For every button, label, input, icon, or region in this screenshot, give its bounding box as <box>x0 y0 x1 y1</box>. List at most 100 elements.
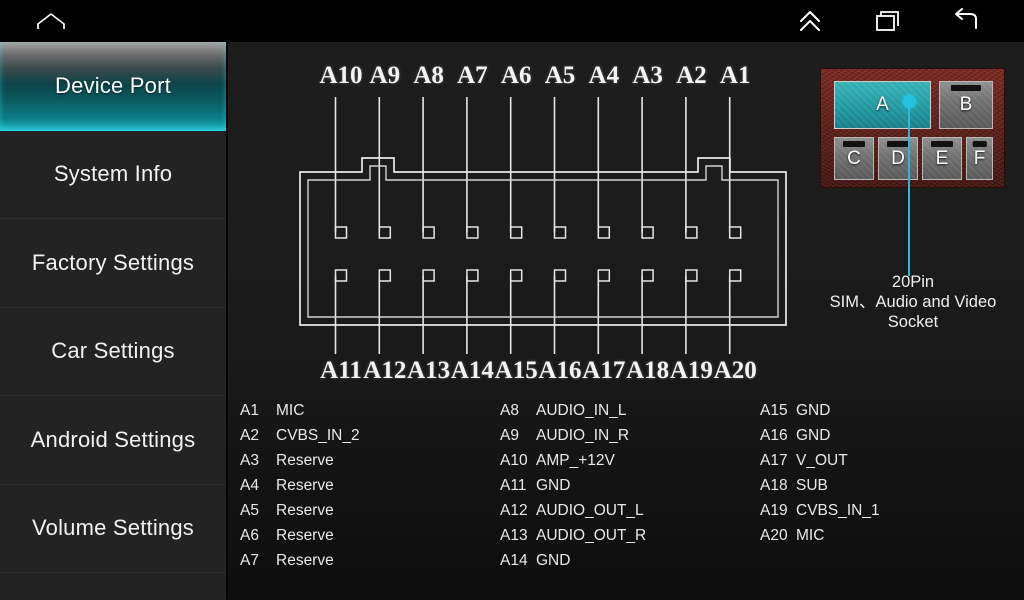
pin-assignment-row: A1 MIC <box>240 402 360 427</box>
socket-slot-e[interactable]: E <box>922 137 962 180</box>
pin-id: A13 <box>500 527 528 544</box>
pin-description: AUDIO_IN_L <box>536 402 627 419</box>
pin-id: A4 <box>240 477 259 494</box>
connector-pin-label: A20 <box>713 357 757 384</box>
pin-id: A11 <box>500 477 527 494</box>
socket-slot-label: A <box>876 94 889 115</box>
slot-notch-icon <box>842 141 866 147</box>
pin-assignment-row: A16 GND <box>760 427 880 452</box>
slot-notch-icon <box>886 141 910 147</box>
pin-assignment-row: A18 SUB <box>760 477 880 502</box>
pin-id: A15 <box>760 402 788 419</box>
socket-slot-label: E <box>935 147 949 169</box>
socket-slot-label: D <box>891 147 905 169</box>
pin-column-1: A1 MIC A2 CVBS_IN_2 A3 Reserve A4 Reserve A5 Rese… <box>240 402 360 577</box>
sidebar-item-android-settings[interactable]: Android Settings <box>0 396 226 485</box>
pin-description: MIC <box>796 527 825 544</box>
slot-notch-icon <box>930 141 954 147</box>
sidebar-item-system-info[interactable]: System Info <box>0 130 226 219</box>
pin-description: Reserve <box>276 502 334 519</box>
pin-description: Reserve <box>276 552 334 569</box>
pin-description: GND <box>796 402 831 419</box>
socket-slot-label: B <box>959 94 973 115</box>
pin-description: Reserve <box>276 527 334 544</box>
pin-assignment-row: A7 Reserve <box>240 552 360 577</box>
socket-caption-line-3: Socket <box>887 313 939 331</box>
pin-id: A20 <box>760 527 788 544</box>
sidebar-item-factory-settings[interactable]: Factory Settings <box>0 219 226 308</box>
pin-description: AUDIO_OUT_L <box>536 502 644 519</box>
sidebar-item-label: Android Settings <box>30 426 196 452</box>
home-icon[interactable] <box>28 0 74 42</box>
socket-slot-label: C <box>847 147 861 169</box>
pin-column-3: A15 GND A16 GND A17 V_OUT A18 SUB A19 CVBS_IN_1 A2… <box>760 402 880 552</box>
pin-id: A14 <box>500 552 528 569</box>
slot-notch-icon <box>972 141 987 147</box>
sidebar-item-device-port[interactable]: Device Port <box>0 42 226 131</box>
pin-id: A1 <box>240 402 259 419</box>
device-port-content: A10 A9 A8 A7 A6 A5 A4 A3 A2 A1 A11 A12 A13 A14 A15 A16… <box>228 42 1024 600</box>
socket-slot-b[interactable]: B <box>939 81 993 129</box>
connector-shell-outer <box>299 157 787 326</box>
pin-assignment-row: A15 GND <box>760 402 880 427</box>
pin-description: AUDIO_OUT_R <box>536 527 647 544</box>
sidebar-item-volume-settings[interactable]: Volume Settings <box>0 484 226 573</box>
pin-id: A7 <box>240 552 259 569</box>
sidebar-item-label: Device Port <box>55 72 171 98</box>
pin-description: SUB <box>796 477 828 494</box>
sidebar-item-label: Factory Settings <box>31 249 195 275</box>
pin-description: AMP_+12V <box>536 452 615 469</box>
socket-slot-d[interactable]: D <box>878 137 918 180</box>
sidebar-item-car-settings[interactable]: Car Settings <box>0 307 226 396</box>
back-icon[interactable] <box>943 0 989 42</box>
pin-assignment-list: A1 MIC A2 CVBS_IN_2 A3 Reserve A4 Reserve A5 Rese… <box>228 402 1024 600</box>
sidebar-item-next-partial[interactable] <box>0 573 226 600</box>
pin-id: A9 <box>500 427 519 444</box>
pin-description: CVBS_IN_2 <box>276 427 360 444</box>
recent-apps-icon[interactable] <box>865 0 911 42</box>
pin-description: Reserve <box>276 477 334 494</box>
pin-id: A2 <box>240 427 259 444</box>
sidebar-item-label: Car Settings <box>51 338 175 364</box>
pin-id: A5 <box>240 502 259 519</box>
socket-slot-a[interactable]: A <box>834 81 931 129</box>
pin-assignment-row: A19 CVBS_IN_1 <box>760 502 880 527</box>
pin-description: GND <box>536 477 571 494</box>
socket-pointer-line <box>908 104 910 276</box>
pin-id: A12 <box>500 502 528 519</box>
pin-assignment-row: A13 AUDIO_OUT_R <box>500 527 646 552</box>
pin-assignment-row: A12 AUDIO_OUT_L <box>500 502 646 527</box>
pin-id: A16 <box>760 427 788 444</box>
pin-assignment-row: A2 CVBS_IN_2 <box>240 427 360 452</box>
socket-panel: A B C D E F <box>820 68 1005 188</box>
pin-description: GND <box>796 427 831 444</box>
pin-id: A10 <box>500 452 528 469</box>
socket-slot-f[interactable]: F <box>966 137 993 180</box>
pin-id: A3 <box>240 452 259 469</box>
chevron-up-double-icon[interactable] <box>787 0 833 42</box>
socket-slot-c[interactable]: C <box>834 137 874 180</box>
pin-assignment-row: A6 Reserve <box>240 527 360 552</box>
pin-id: A8 <box>500 402 519 419</box>
pin-assignment-row: A8 AUDIO_IN_L <box>500 402 646 427</box>
settings-sidebar: Device Port System Info Factory Settings… <box>0 42 227 600</box>
socket-caption: 20Pin SIM、Audio and Video Socket <box>784 272 1024 332</box>
sidebar-item-label: System Info <box>53 161 173 187</box>
pin-assignment-row: A4 Reserve <box>240 477 360 502</box>
pin-assignment-row: A3 Reserve <box>240 452 360 477</box>
connector-pin-label: A1 <box>719 62 751 89</box>
pin-assignment-row: A20 MIC <box>760 527 880 552</box>
pin-description: MIC <box>276 402 305 419</box>
slot-notch-icon <box>950 85 982 91</box>
socket-caption-line-2: SIM、Audio and Video <box>829 293 997 311</box>
pin-id: A6 <box>240 527 259 544</box>
pin-description: CVBS_IN_1 <box>796 502 880 519</box>
pin-description: AUDIO_IN_R <box>536 427 630 444</box>
socket-highlight-dot <box>903 95 916 108</box>
pin-assignment-row: A17 V_OUT <box>760 452 880 477</box>
pin-assignment-row: A14 GND <box>500 552 646 577</box>
pin-id: A19 <box>760 502 788 519</box>
pin-assignment-row: A5 Reserve <box>240 502 360 527</box>
socket-slot-label: F <box>973 147 986 169</box>
device-port-screen: Device Port System Info Factory Settings… <box>0 0 1024 600</box>
